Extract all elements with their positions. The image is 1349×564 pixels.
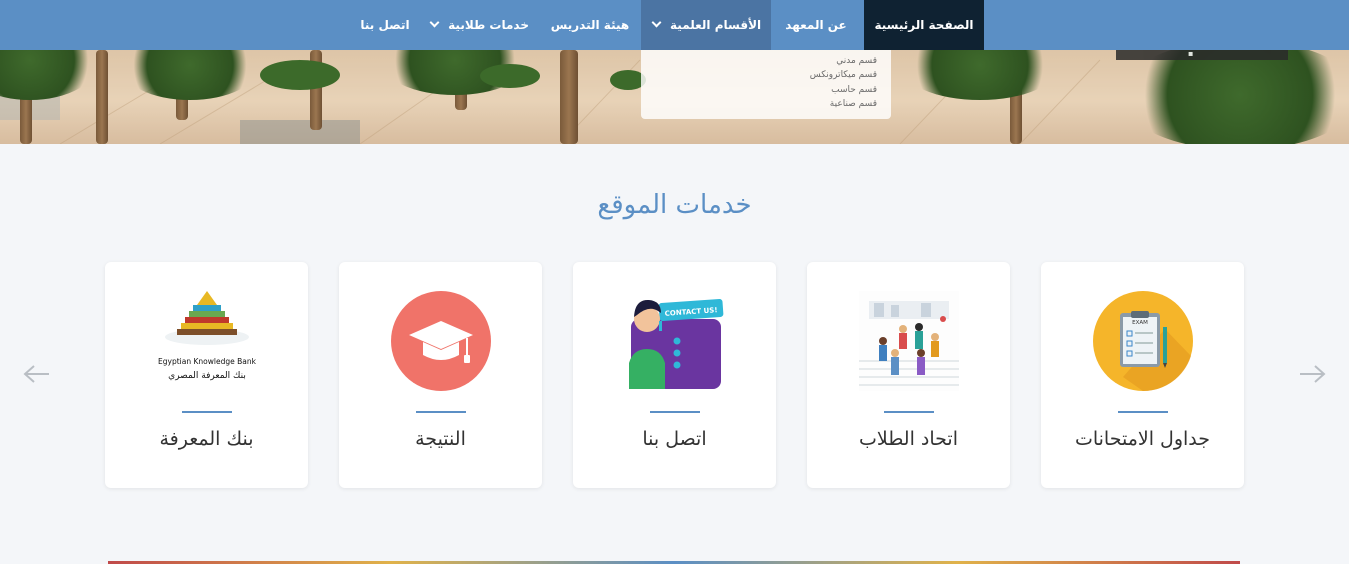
exam-clipboard-icon: EXAM <box>1093 291 1193 391</box>
students-group-icon <box>859 291 959 391</box>
nav-student-services-label: خدمات طلابية <box>448 18 530 32</box>
nav-faculty[interactable]: هيئة التدريس <box>540 0 640 50</box>
card-label: اتصل بنا <box>642 428 707 450</box>
chevron-down-icon <box>651 17 662 28</box>
svg-text:Egyptian Knowledge Bank: Egyptian Knowledge Bank <box>158 357 257 366</box>
service-card-knowledge-bank[interactable]: Egyptian Knowledge Bank بنك المعرفة المص… <box>105 262 308 488</box>
dropdown-item-industrial[interactable]: قسم صناعية <box>830 99 877 109</box>
nav-about-label: عن المعهد <box>785 18 847 32</box>
card-divider <box>182 411 232 413</box>
nav-student-services[interactable]: خدمات طلابية <box>420 0 538 50</box>
card-divider <box>884 411 934 413</box>
nav-departments-label: الأقسام العلمية <box>670 18 762 32</box>
svg-text:EXAM: EXAM <box>1132 320 1148 326</box>
dropdown-item-civil[interactable]: قسم مدني <box>836 56 877 66</box>
service-card-exam-schedules[interactable]: EXAM جداول الامتحانات <box>1041 262 1244 488</box>
chevron-down-icon <box>429 17 440 28</box>
knowledge-bank-logo: Egyptian Knowledge Bank بنك المعرفة المص… <box>158 291 257 381</box>
arrow-right-icon[interactable] <box>1298 364 1326 384</box>
main-navbar: الصفحة الرئيسية عن المعهد الأقسام العلمي… <box>0 0 1349 50</box>
nav-home[interactable]: الصفحة الرئيسية <box>864 0 984 50</box>
nav-departments[interactable]: الأقسام العلمية <box>641 0 771 50</box>
nav-contact[interactable]: اتصل بنا <box>350 0 420 50</box>
card-label: النتيجة <box>415 428 466 450</box>
nav-faculty-label: هيئة التدريس <box>550 18 630 32</box>
svg-text:بنك المعرفة المصري: بنك المعرفة المصري <box>168 371 246 381</box>
arrow-left-icon[interactable] <box>23 364 51 384</box>
dropdown-item-computer[interactable]: قسم حاسب <box>831 85 877 95</box>
dropdown-item-mechatronics[interactable]: قسم ميكاترونكس <box>810 70 877 80</box>
card-label: جداول الامتحانات <box>1074 428 1211 450</box>
card-divider <box>1118 411 1168 413</box>
service-card-student-union[interactable]: اتحاد الطلاب <box>807 262 1010 488</box>
card-divider <box>416 411 466 413</box>
hero-caption-strip: ▪ <box>1116 50 1288 60</box>
services-section-title: خدمات الموقع <box>597 190 752 220</box>
service-card-contact[interactable]: CONTACT US! اتصل بنا <box>573 262 776 488</box>
card-label: اتحاد الطلاب <box>859 428 958 450</box>
nav-contact-label: اتصل بنا <box>360 18 410 32</box>
contact-us-icon: CONTACT US! <box>629 298 724 389</box>
service-card-result[interactable]: النتيجة <box>339 262 542 488</box>
nav-about[interactable]: عن المعهد <box>771 0 861 50</box>
nav-home-label: الصفحة الرئيسية <box>874 18 974 32</box>
graduation-cap-icon <box>391 291 491 391</box>
card-label: بنك المعرفة <box>159 428 254 450</box>
departments-dropdown: قسم مدني قسم ميكاترونكس قسم حاسب قسم صنا… <box>641 50 891 119</box>
card-divider <box>650 411 700 413</box>
